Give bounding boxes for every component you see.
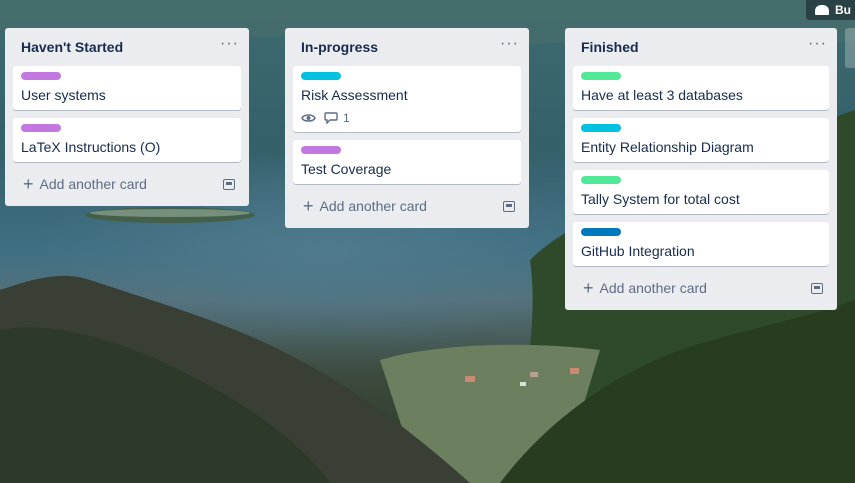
card-erd[interactable]: Entity Relationship Diagram [573, 118, 829, 162]
card-label[interactable] [581, 124, 621, 132]
card-title: GitHub Integration [581, 243, 695, 259]
comments-badge: 1 [324, 111, 350, 125]
card-databases[interactable]: Have at least 3 databases [573, 66, 829, 110]
card-title: User systems [21, 87, 106, 103]
list-title[interactable]: Haven't Started [21, 39, 123, 55]
plus-icon: + [583, 278, 594, 298]
card-title: Risk Assessment [301, 87, 408, 103]
card-latex-instructions[interactable]: LaTeX Instructions (O) [13, 118, 241, 162]
card-label[interactable] [21, 124, 61, 132]
more-options-icon[interactable]: ··· [220, 36, 239, 55]
card-badges: 1 [301, 110, 513, 126]
card-tally-system[interactable]: Tally System for total cost [573, 170, 829, 214]
plus-icon: + [23, 174, 34, 194]
card-label[interactable] [581, 228, 621, 236]
card-test-coverage[interactable]: Test Coverage [293, 140, 521, 184]
add-card-button[interactable]: + Add another card [293, 192, 521, 220]
plus-icon: + [303, 196, 314, 216]
more-options-icon[interactable]: ··· [500, 36, 519, 55]
add-card-button[interactable]: + Add another card [13, 170, 241, 198]
card-risk-assessment[interactable]: Risk Assessment 1 [293, 66, 521, 132]
card-title: Have at least 3 databases [581, 87, 743, 103]
card-github-integration[interactable]: GitHub Integration [573, 222, 829, 266]
card-label[interactable] [581, 176, 621, 184]
list-header: In-progress ··· [285, 28, 529, 66]
watching-badge [301, 113, 316, 123]
add-list-stub[interactable] [845, 28, 855, 68]
card-template-icon[interactable] [811, 282, 823, 294]
card-user-systems[interactable]: User systems [13, 66, 241, 110]
list-in-progress: In-progress ··· Risk Assessment 1 Test C… [285, 28, 529, 228]
add-card-label: Add another card [599, 280, 707, 296]
list-finished: Finished ··· Have at least 3 databases E… [565, 28, 837, 310]
more-options-icon[interactable]: ··· [808, 36, 827, 55]
eye-icon [301, 114, 316, 122]
card-label[interactable] [581, 72, 621, 80]
comment-icon [324, 112, 338, 124]
card-label[interactable] [21, 72, 61, 80]
add-card-button[interactable]: + Add another card [573, 274, 829, 302]
list-havent-started: Haven't Started ··· User systems LaTeX I… [5, 28, 249, 206]
board-header-button[interactable]: Bu [806, 0, 855, 20]
card-label[interactable] [301, 72, 341, 80]
list-header: Finished ··· [565, 28, 837, 66]
card-label[interactable] [301, 146, 341, 154]
card-template-icon[interactable] [503, 200, 515, 212]
comments-count: 1 [343, 111, 350, 125]
card-template-icon[interactable] [223, 178, 235, 190]
list-title[interactable]: In-progress [301, 39, 378, 55]
card-title: Test Coverage [301, 161, 392, 177]
list-header: Haven't Started ··· [5, 28, 249, 66]
add-card-label: Add another card [39, 176, 147, 192]
card-title: Entity Relationship Diagram [581, 139, 754, 155]
list-title[interactable]: Finished [581, 39, 639, 55]
card-title: Tally System for total cost [581, 191, 740, 207]
board-header-button-label: Bu [835, 3, 851, 17]
card-title: LaTeX Instructions (O) [21, 139, 161, 155]
butler-icon [815, 5, 829, 15]
add-card-label: Add another card [319, 198, 427, 214]
